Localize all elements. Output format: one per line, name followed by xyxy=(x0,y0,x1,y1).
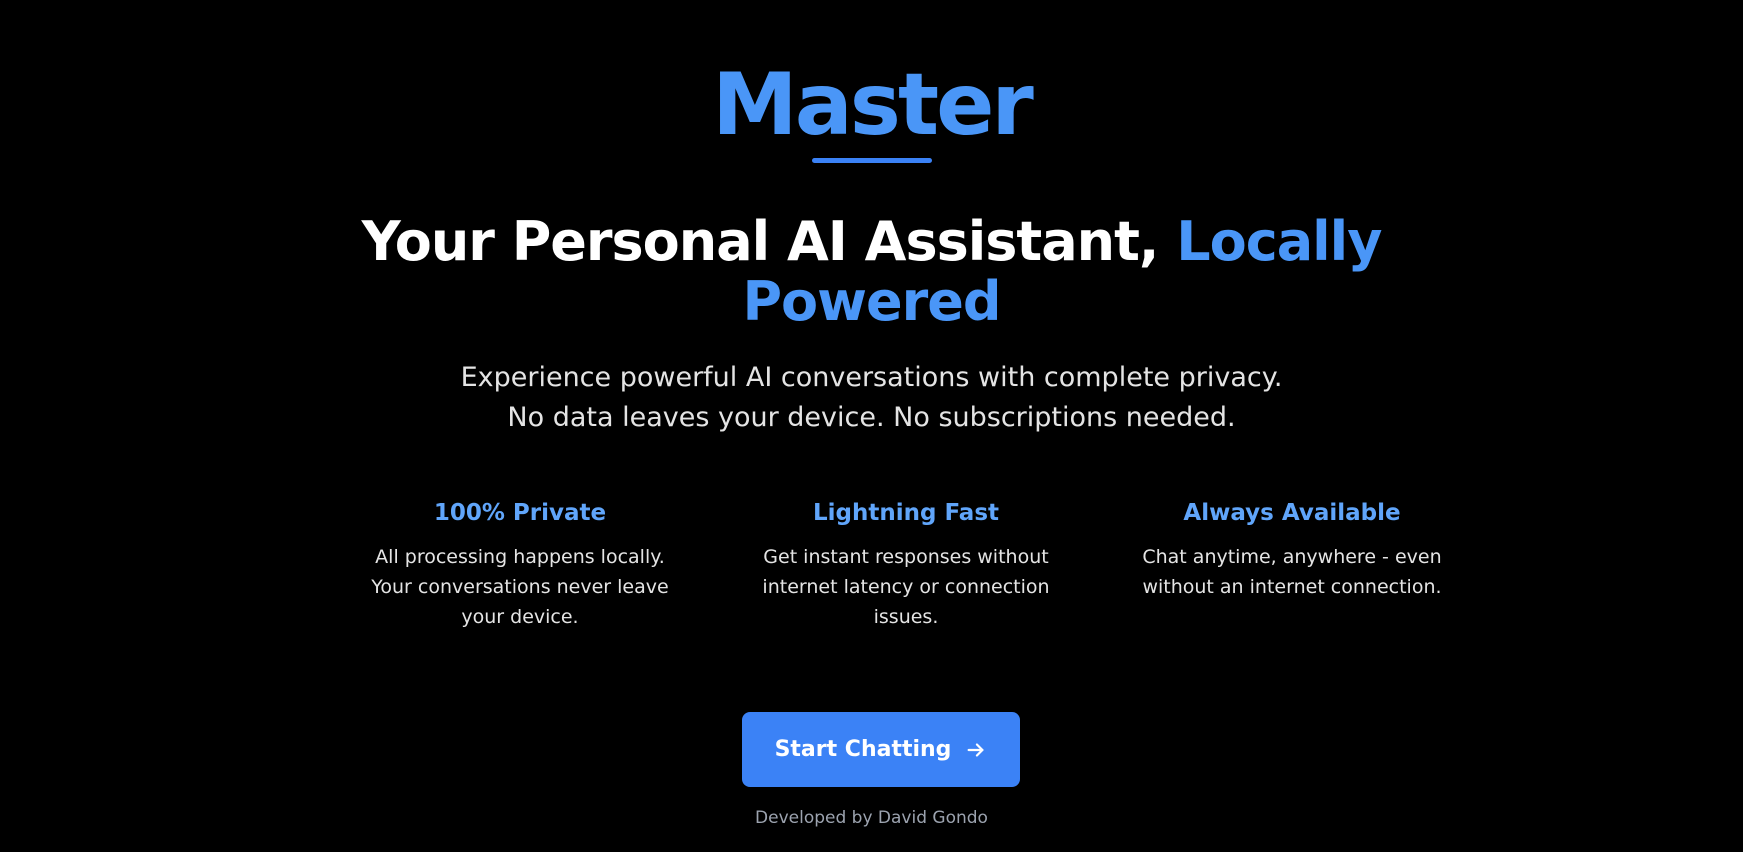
landing-page: Master Your Personal AI Assistant, Local… xyxy=(0,0,1743,852)
feature-description: Get instant responses without internet l… xyxy=(746,542,1066,632)
headline-main: Your Personal AI Assistant, xyxy=(361,210,1177,273)
feature-fast: Lightning Fast Get instant responses wit… xyxy=(746,498,1066,632)
headline-accent-1: Locally xyxy=(1176,210,1382,273)
feature-title: 100% Private xyxy=(433,500,607,526)
feature-description: All processing happens locally. Your con… xyxy=(360,542,680,632)
feature-desc-line: Chat anytime, anywhere - even xyxy=(1142,546,1442,568)
subtext-line-2: No data leaves your device. No subscript… xyxy=(507,402,1236,433)
feature-available: Always Available Chat anytime, anywhere … xyxy=(1132,498,1452,632)
brand-title: Master xyxy=(712,55,1034,155)
feature-desc-line: your device. xyxy=(461,606,579,628)
feature-desc-line: Get instant responses without xyxy=(763,546,1049,568)
headline-line-2: Powered xyxy=(0,272,1743,332)
feature-desc-line: All processing happens locally. xyxy=(375,546,665,568)
developer-credit: Developed by David Gondo xyxy=(755,808,988,828)
start-chatting-label: Start Chatting xyxy=(774,737,952,762)
arrow-right-icon xyxy=(965,739,987,761)
feature-desc-line: without an internet connection. xyxy=(1142,576,1442,598)
feature-title: Lightning Fast xyxy=(812,500,1000,526)
feature-desc-line: Your conversations never leave xyxy=(371,576,669,598)
feature-title: Always Available xyxy=(1183,500,1401,526)
start-chatting-button[interactable]: Start Chatting xyxy=(742,712,1020,787)
feature-list: 100% Private All processing happens loca… xyxy=(360,498,1452,632)
brand-underline xyxy=(811,158,932,163)
feature-desc-line: internet latency or connection xyxy=(762,576,1050,598)
hero-headline: Your Personal AI Assistant, Locally Powe… xyxy=(0,212,1743,332)
headline-accent-2: Powered xyxy=(742,270,1001,333)
feature-desc-line: issues. xyxy=(873,606,939,628)
feature-private: 100% Private All processing happens loca… xyxy=(360,498,680,632)
headline-line-1: Your Personal AI Assistant, Locally xyxy=(0,212,1743,272)
brand-header: Master xyxy=(0,62,1743,163)
hero-subtext: Experience powerful AI conversations wit… xyxy=(0,358,1743,438)
feature-description: Chat anytime, anywhere - even without an… xyxy=(1132,542,1452,602)
subtext-line-1: Experience powerful AI conversations wit… xyxy=(460,362,1283,393)
